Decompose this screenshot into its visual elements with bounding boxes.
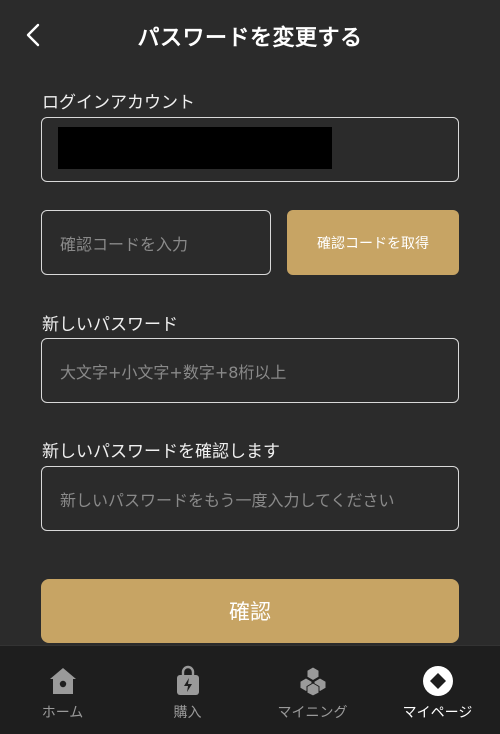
- account-label: ログインアカウント: [42, 93, 195, 113]
- tab-home[interactable]: ホーム: [0, 646, 125, 734]
- confirm-password-input[interactable]: 新しいパスワードをもう一度入力してください: [41, 466, 459, 531]
- tab-bar: ホーム 購入 マイニング マイページ: [0, 645, 500, 734]
- tab-my-page-label: マイページ: [402, 705, 473, 721]
- verification-code-input[interactable]: 確認コードを入力: [41, 210, 271, 275]
- get-code-button[interactable]: 確認コードを取得: [287, 210, 459, 275]
- new-password-placeholder: 大文字+小文字+数字+8桁以上: [60, 362, 287, 382]
- home-icon: [46, 664, 80, 698]
- header: パスワードを変更する: [0, 0, 500, 74]
- shopping-bag-icon: [171, 664, 205, 698]
- tab-mining[interactable]: マイニング: [250, 646, 375, 734]
- tab-my-page[interactable]: マイページ: [375, 646, 500, 734]
- confirm-password-placeholder: 新しいパスワードをもう一度入力してください: [60, 490, 395, 510]
- tab-purchase[interactable]: 購入: [125, 646, 250, 734]
- confirm-password-label: 新しいパスワードを確認します: [42, 442, 280, 462]
- verification-code-placeholder: 確認コードを入力: [60, 234, 189, 254]
- redacted-account-value: [58, 127, 332, 169]
- new-password-input[interactable]: 大文字+小文字+数字+8桁以上: [41, 338, 459, 403]
- my-page-icon: [421, 664, 455, 698]
- tab-mining-label: マイニング: [277, 705, 348, 721]
- page-title: パスワードを変更する: [137, 26, 363, 51]
- new-password-label: 新しいパスワード: [42, 315, 178, 335]
- tab-purchase-label: 購入: [173, 705, 202, 721]
- cubes-icon: [296, 664, 330, 698]
- submit-button[interactable]: 確認: [41, 579, 459, 643]
- tab-home-label: ホーム: [41, 705, 84, 721]
